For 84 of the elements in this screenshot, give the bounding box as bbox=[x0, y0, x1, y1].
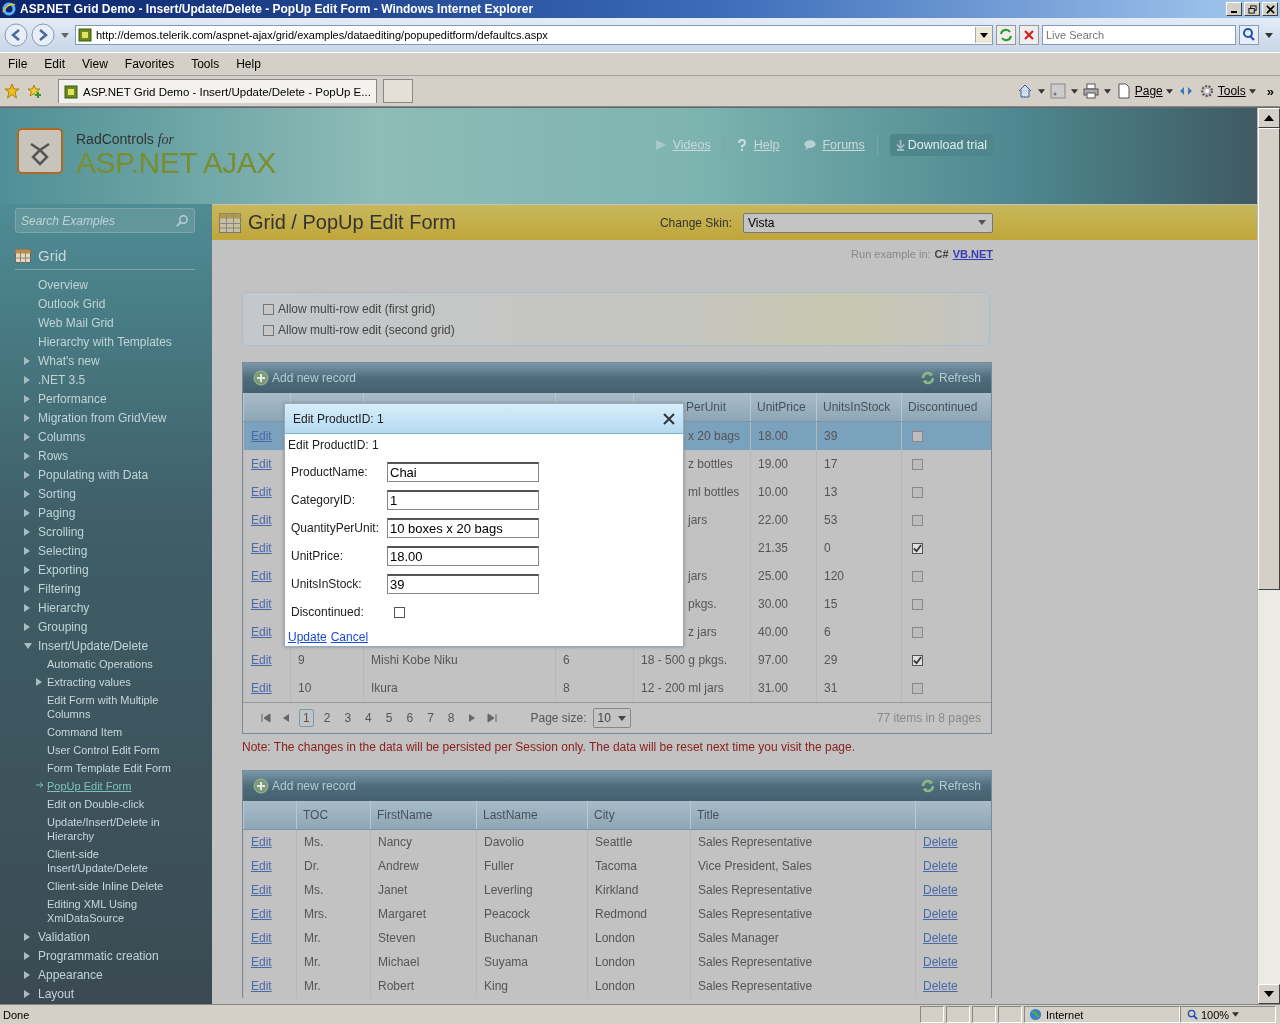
table-cell: Mr. bbox=[296, 974, 370, 998]
pager-summary: 77 items in 8 pages bbox=[876, 711, 981, 725]
table-cell: 39 bbox=[816, 422, 901, 450]
table-cell: Mr. bbox=[296, 926, 370, 950]
table-cell: 17 bbox=[816, 450, 901, 478]
table-cell: Janet bbox=[370, 878, 476, 902]
table-cell: London bbox=[587, 926, 690, 950]
field-label: QuantityPerUnit: bbox=[290, 521, 381, 535]
table-cell: Mrs. bbox=[296, 902, 370, 926]
page-title: Grid / PopUp Edit Form bbox=[248, 211, 457, 234]
field-label: Discontinued: bbox=[290, 605, 365, 619]
table-cell: jars bbox=[688, 513, 708, 527]
table-cell: 40.00 bbox=[750, 618, 816, 646]
table-cell: Steven bbox=[370, 926, 476, 950]
page-size-label: Page size: bbox=[530, 711, 587, 725]
table-cell: King bbox=[476, 974, 587, 998]
table-cell: Peacock bbox=[476, 902, 587, 926]
table-cell: Ms. bbox=[296, 878, 370, 902]
table-cell: Margaret bbox=[370, 902, 476, 926]
table-cell: Redmond bbox=[587, 902, 690, 926]
table-cell: Vice President, Sales bbox=[690, 854, 915, 878]
table-cell: x 20 bags bbox=[688, 429, 741, 443]
table-cell: z bottles bbox=[688, 457, 733, 471]
table-cell: Tacoma bbox=[587, 854, 690, 878]
table-cell: 13 bbox=[816, 478, 901, 506]
table-cell: Sales Manager bbox=[690, 926, 915, 950]
table-cell: Sales Representative bbox=[690, 974, 915, 998]
table-cell: 120 bbox=[816, 562, 901, 590]
table-cell: 29 bbox=[816, 646, 901, 674]
table-cell: Dr. bbox=[296, 854, 370, 878]
table-cell: jars bbox=[688, 569, 708, 583]
table-cell: Seattle bbox=[587, 830, 690, 854]
field-label: ProductName: bbox=[290, 465, 369, 479]
note-text: Note: The changes in the data will be persisted per Session only. The data will be reset next time you visit the page. bbox=[242, 740, 855, 754]
table-cell: 12 - 200 ml jars bbox=[641, 681, 724, 695]
table-cell: Sales Representative bbox=[690, 950, 915, 974]
table-cell: 15 bbox=[816, 590, 901, 618]
table-cell: Suyama bbox=[476, 950, 587, 974]
table-cell: Robert bbox=[370, 974, 476, 998]
security-zone: Internet bbox=[1024, 1006, 1180, 1023]
checkbox-label: Allow multi-row edit (second grid) bbox=[278, 323, 455, 337]
table-cell: Buchanan bbox=[476, 926, 587, 950]
current-language: C# bbox=[934, 248, 949, 260]
field-label: UnitsInStock: bbox=[290, 577, 363, 591]
table-cell: Mr. bbox=[296, 950, 370, 974]
table-cell: Sales Representative bbox=[690, 878, 915, 902]
table-cell: 25.00 bbox=[750, 562, 816, 590]
table-cell: ml bottles bbox=[688, 485, 740, 499]
field-label: UnitPrice: bbox=[290, 549, 344, 563]
table-cell: London bbox=[587, 974, 690, 998]
table-cell: 18.00 bbox=[750, 422, 816, 450]
section-title: Grid bbox=[38, 247, 67, 264]
table-cell: 19.00 bbox=[750, 450, 816, 478]
table-cell: Nancy bbox=[370, 830, 476, 854]
table-cell: Sales Representative bbox=[690, 830, 915, 854]
table-cell: Ms. bbox=[296, 830, 370, 854]
field-label: CategoryID: bbox=[290, 493, 357, 507]
table-cell: Michael bbox=[370, 950, 476, 974]
window-title: ASP.NET Grid Demo - Insert/Update/Delete - PopUp Edit Form - Windows Internet Explorer bbox=[20, 2, 535, 16]
table-cell: 22.00 bbox=[750, 506, 816, 534]
brand-subtitle: RadControls for bbox=[76, 131, 176, 148]
table-cell: Sales Representative bbox=[690, 902, 915, 926]
popup-title: Edit ProductID: 1 bbox=[293, 411, 384, 426]
table-cell: z jars bbox=[688, 625, 717, 639]
table-cell: Leverling bbox=[476, 878, 587, 902]
brand-title: ASP.NET AJAX bbox=[76, 148, 276, 178]
table-cell: Davolio bbox=[476, 830, 587, 854]
table-cell: Kirkland bbox=[587, 878, 690, 902]
table-cell: pkgs. bbox=[688, 597, 717, 611]
table-cell: 10.00 bbox=[750, 478, 816, 506]
form-heading: Edit ProductID: 1 bbox=[288, 438, 380, 452]
table-cell: 53 bbox=[816, 506, 901, 534]
table-cell: 21.35 bbox=[750, 534, 816, 562]
table-cell: 6 bbox=[816, 618, 901, 646]
table-cell: 18 - 500 g pkgs. bbox=[641, 653, 728, 667]
table-cell: 0 bbox=[816, 534, 901, 562]
skin-label: Change Skin: bbox=[659, 215, 732, 230]
table-cell: Fuller bbox=[476, 854, 587, 878]
table-cell: 30.00 bbox=[750, 590, 816, 618]
table-cell: 97.00 bbox=[750, 646, 816, 674]
table-cell: Andrew bbox=[370, 854, 476, 878]
status-text: Done bbox=[2, 1008, 31, 1021]
checkbox-label: Allow multi-row edit (first grid) bbox=[278, 302, 436, 316]
table-cell: London bbox=[587, 950, 690, 974]
